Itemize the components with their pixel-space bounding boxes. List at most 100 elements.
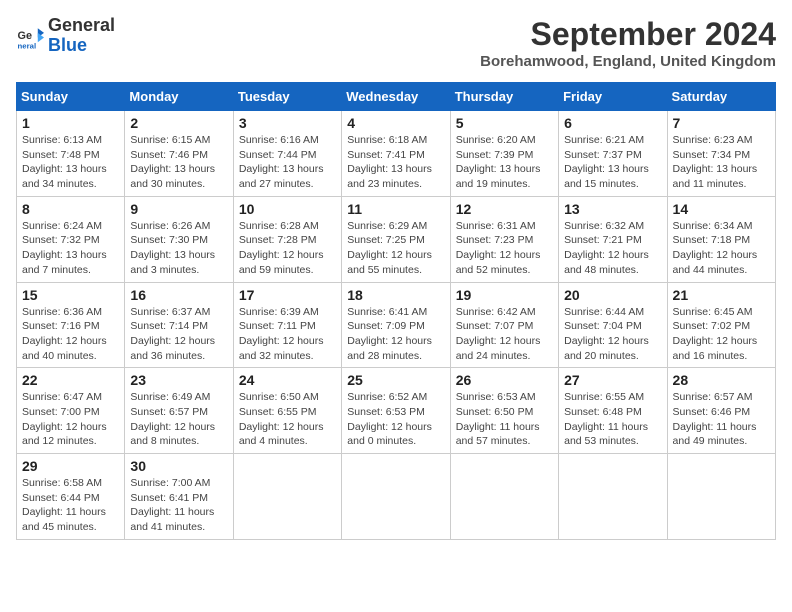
day-number: 2 — [130, 115, 227, 131]
day-number: 30 — [130, 458, 227, 474]
day-number: 3 — [239, 115, 336, 131]
day-number: 7 — [673, 115, 770, 131]
day-info: Sunrise: 6:16 AM Sunset: 7:44 PM Dayligh… — [239, 133, 336, 192]
svg-text:Ge: Ge — [18, 30, 33, 42]
day-info: Sunrise: 6:31 AM Sunset: 7:23 PM Dayligh… — [456, 219, 553, 278]
day-cell: 10Sunrise: 6:28 AM Sunset: 7:28 PM Dayli… — [233, 196, 341, 282]
day-info: Sunrise: 6:49 AM Sunset: 6:57 PM Dayligh… — [130, 390, 227, 449]
day-cell: 3 Sunrise: 6:16 AM Sunset: 7:44 PM Daylig… — [233, 111, 341, 197]
week-row-0: 1 Sunrise: 6:13 AM Sunset: 7:48 PM Daylig… — [17, 111, 776, 197]
day-cell: 19 Sunrise: 6:42 AM Sunset: 7:07 PM Dayli… — [450, 282, 558, 368]
day-number: 4 — [347, 115, 444, 131]
day-info: Sunrise: 6:34 AM Sunset: 7:18 PM Dayligh… — [673, 219, 770, 278]
day-info: Sunrise: 6:20 AM Sunset: 7:39 PM Dayligh… — [456, 133, 553, 192]
week-row-1: 8Sunrise: 6:24 AM Sunset: 7:32 PM Daylig… — [17, 196, 776, 282]
day-info: Sunrise: 6:18 AM Sunset: 7:41 PM Dayligh… — [347, 133, 444, 192]
logo-blue: Blue — [48, 35, 87, 55]
day-cell — [450, 454, 558, 540]
day-info: Sunrise: 6:13 AM Sunset: 7:48 PM Dayligh… — [22, 133, 119, 192]
day-info: Sunrise: 6:26 AM Sunset: 7:30 PM Dayligh… — [130, 219, 227, 278]
header-friday: Friday — [559, 83, 667, 111]
day-cell: 13Sunrise: 6:32 AM Sunset: 7:21 PM Dayli… — [559, 196, 667, 282]
day-info: Sunrise: 6:42 AM Sunset: 7:07 PM Dayligh… — [456, 305, 553, 364]
location: Borehamwood, England, United Kingdom — [480, 53, 776, 70]
day-cell: 1 Sunrise: 6:13 AM Sunset: 7:48 PM Daylig… — [17, 111, 125, 197]
day-info: Sunrise: 6:32 AM Sunset: 7:21 PM Dayligh… — [564, 219, 661, 278]
page-header: Ge neral General Blue September 2024 Bor… — [16, 16, 776, 70]
day-info: Sunrise: 6:52 AM Sunset: 6:53 PM Dayligh… — [347, 390, 444, 449]
calendar-table: SundayMondayTuesdayWednesdayThursdayFrid… — [16, 82, 776, 540]
svg-text:neral: neral — [18, 41, 37, 50]
day-cell: 24 Sunrise: 6:50 AM Sunset: 6:55 PM Dayli… — [233, 368, 341, 454]
day-info: Sunrise: 6:53 AM Sunset: 6:50 PM Dayligh… — [456, 390, 553, 449]
day-number: 20 — [564, 287, 661, 303]
day-number: 10 — [239, 201, 336, 217]
day-info: Sunrise: 6:45 AM Sunset: 7:02 PM Dayligh… — [673, 305, 770, 364]
header-wednesday: Wednesday — [342, 83, 450, 111]
day-cell: 26 Sunrise: 6:53 AM Sunset: 6:50 PM Dayli… — [450, 368, 558, 454]
day-info: Sunrise: 6:36 AM Sunset: 7:16 PM Dayligh… — [22, 305, 119, 364]
month-title: September 2024 — [480, 16, 776, 53]
day-info: Sunrise: 7:00 AM Sunset: 6:41 PM Dayligh… — [130, 476, 227, 535]
logo-general: General — [48, 15, 115, 35]
day-cell: 30 Sunrise: 7:00 AM Sunset: 6:41 PM Dayli… — [125, 454, 233, 540]
day-number: 27 — [564, 372, 661, 388]
logo-icon: Ge neral — [16, 22, 44, 50]
day-cell: 4 Sunrise: 6:18 AM Sunset: 7:41 PM Daylig… — [342, 111, 450, 197]
day-info: Sunrise: 6:47 AM Sunset: 7:00 PM Dayligh… — [22, 390, 119, 449]
day-info: Sunrise: 6:21 AM Sunset: 7:37 PM Dayligh… — [564, 133, 661, 192]
day-number: 19 — [456, 287, 553, 303]
day-number: 25 — [347, 372, 444, 388]
day-cell: 14Sunrise: 6:34 AM Sunset: 7:18 PM Dayli… — [667, 196, 775, 282]
day-cell: 8Sunrise: 6:24 AM Sunset: 7:32 PM Daylig… — [17, 196, 125, 282]
week-row-3: 22 Sunrise: 6:47 AM Sunset: 7:00 PM Dayli… — [17, 368, 776, 454]
week-row-4: 29 Sunrise: 6:58 AM Sunset: 6:44 PM Dayli… — [17, 454, 776, 540]
header-tuesday: Tuesday — [233, 83, 341, 111]
day-info: Sunrise: 6:23 AM Sunset: 7:34 PM Dayligh… — [673, 133, 770, 192]
day-number: 16 — [130, 287, 227, 303]
day-cell: 12Sunrise: 6:31 AM Sunset: 7:23 PM Dayli… — [450, 196, 558, 282]
day-cell: 18 Sunrise: 6:41 AM Sunset: 7:09 PM Dayli… — [342, 282, 450, 368]
day-info: Sunrise: 6:29 AM Sunset: 7:25 PM Dayligh… — [347, 219, 444, 278]
day-number: 17 — [239, 287, 336, 303]
day-number: 15 — [22, 287, 119, 303]
day-info: Sunrise: 6:55 AM Sunset: 6:48 PM Dayligh… — [564, 390, 661, 449]
day-cell: 27 Sunrise: 6:55 AM Sunset: 6:48 PM Dayli… — [559, 368, 667, 454]
day-cell: 17 Sunrise: 6:39 AM Sunset: 7:11 PM Dayli… — [233, 282, 341, 368]
day-info: Sunrise: 6:57 AM Sunset: 6:46 PM Dayligh… — [673, 390, 770, 449]
day-number: 22 — [22, 372, 119, 388]
title-area: September 2024 Borehamwood, England, Uni… — [480, 16, 776, 70]
day-info: Sunrise: 6:15 AM Sunset: 7:46 PM Dayligh… — [130, 133, 227, 192]
header-saturday: Saturday — [667, 83, 775, 111]
day-number: 18 — [347, 287, 444, 303]
day-cell: 20Sunrise: 6:44 AM Sunset: 7:04 PM Dayli… — [559, 282, 667, 368]
day-number: 6 — [564, 115, 661, 131]
day-cell: 9 Sunrise: 6:26 AM Sunset: 7:30 PM Daylig… — [125, 196, 233, 282]
day-cell: 22 Sunrise: 6:47 AM Sunset: 7:00 PM Dayli… — [17, 368, 125, 454]
header-monday: Monday — [125, 83, 233, 111]
day-cell: 23Sunrise: 6:49 AM Sunset: 6:57 PM Dayli… — [125, 368, 233, 454]
day-cell — [667, 454, 775, 540]
day-cell: 11 Sunrise: 6:29 AM Sunset: 7:25 PM Dayli… — [342, 196, 450, 282]
day-cell: 5Sunrise: 6:20 AM Sunset: 7:39 PM Daylig… — [450, 111, 558, 197]
day-cell: 16 Sunrise: 6:37 AM Sunset: 7:14 PM Dayli… — [125, 282, 233, 368]
header-sunday: Sunday — [17, 83, 125, 111]
day-info: Sunrise: 6:37 AM Sunset: 7:14 PM Dayligh… — [130, 305, 227, 364]
day-number: 1 — [22, 115, 119, 131]
day-number: 9 — [130, 201, 227, 217]
day-info: Sunrise: 6:58 AM Sunset: 6:44 PM Dayligh… — [22, 476, 119, 535]
day-cell: 25 Sunrise: 6:52 AM Sunset: 6:53 PM Dayli… — [342, 368, 450, 454]
day-cell: 6 Sunrise: 6:21 AM Sunset: 7:37 PM Daylig… — [559, 111, 667, 197]
day-number: 24 — [239, 372, 336, 388]
day-number: 11 — [347, 201, 444, 217]
day-info: Sunrise: 6:50 AM Sunset: 6:55 PM Dayligh… — [239, 390, 336, 449]
day-cell: 7 Sunrise: 6:23 AM Sunset: 7:34 PM Daylig… — [667, 111, 775, 197]
logo: Ge neral General Blue — [16, 16, 115, 56]
day-info: Sunrise: 6:41 AM Sunset: 7:09 PM Dayligh… — [347, 305, 444, 364]
header-row: SundayMondayTuesdayWednesdayThursdayFrid… — [17, 83, 776, 111]
day-info: Sunrise: 6:39 AM Sunset: 7:11 PM Dayligh… — [239, 305, 336, 364]
day-number: 26 — [456, 372, 553, 388]
day-number: 8 — [22, 201, 119, 217]
day-number: 29 — [22, 458, 119, 474]
day-number: 28 — [673, 372, 770, 388]
